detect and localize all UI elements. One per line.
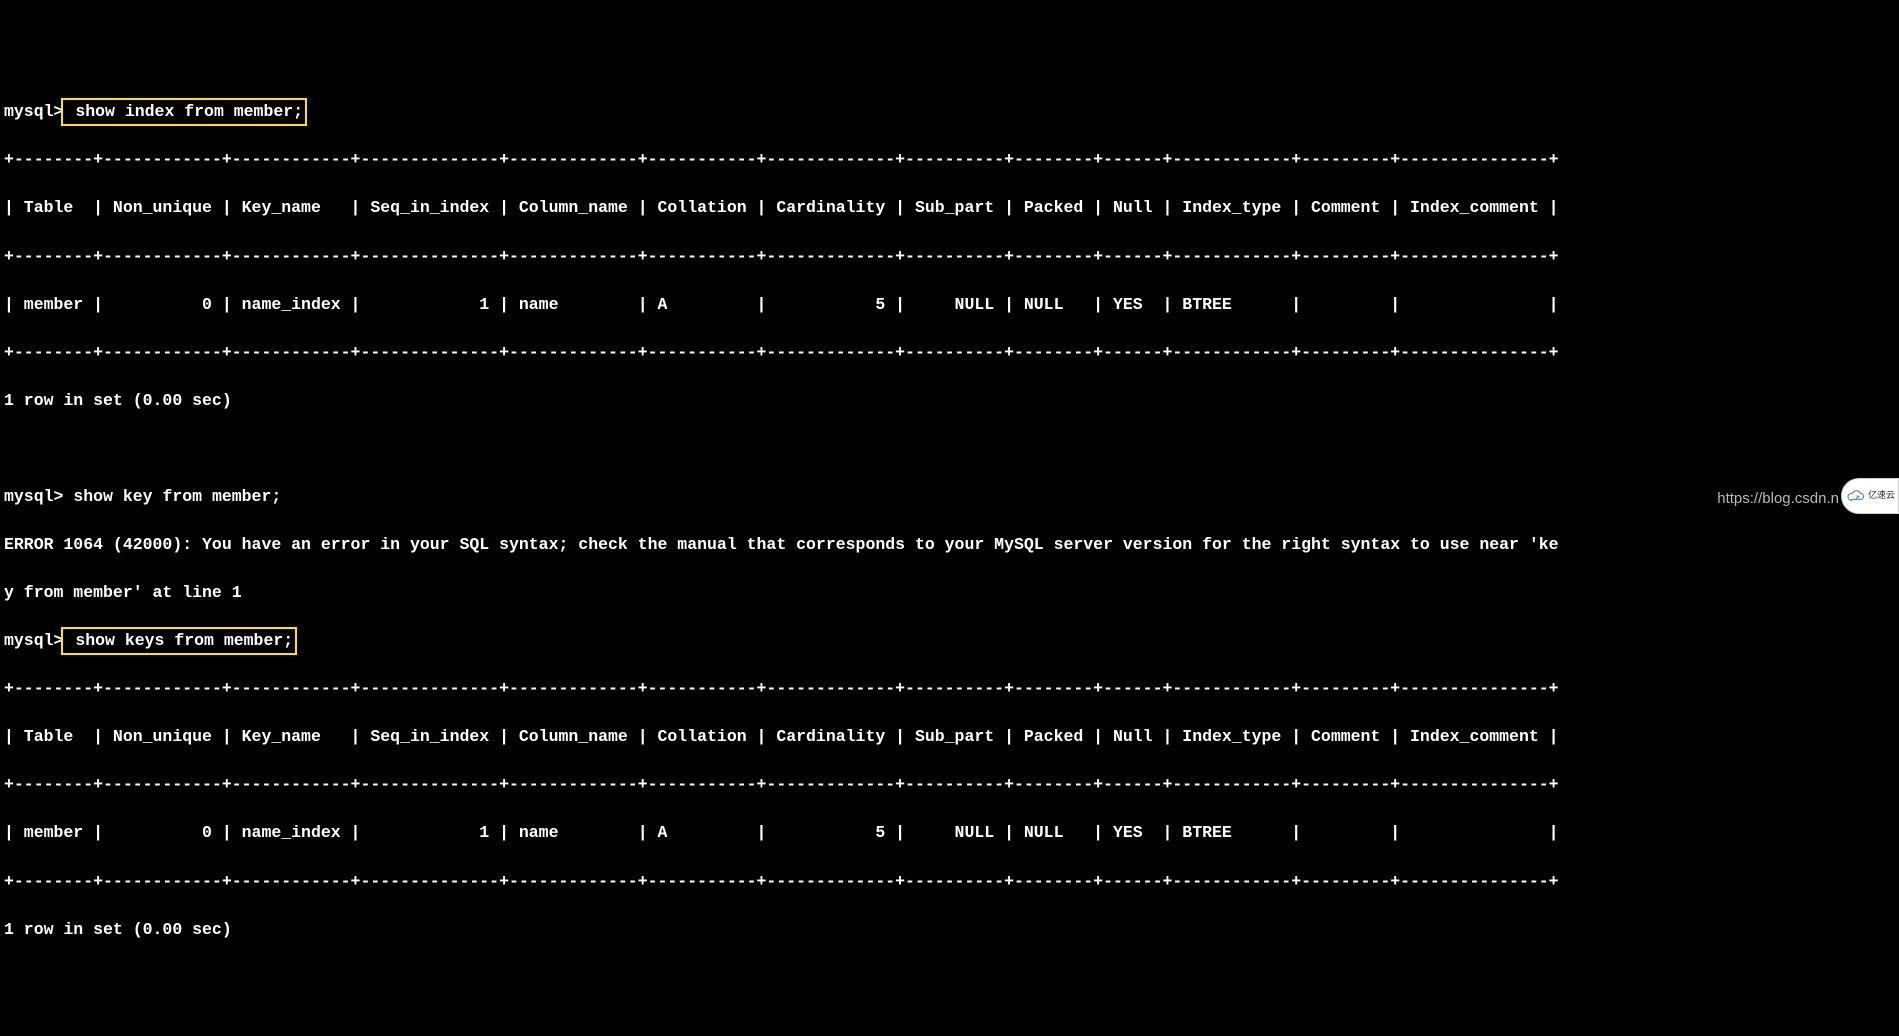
error-line-1: ERROR 1064 (42000): You have an error in… [4, 533, 1899, 557]
table-border: +--------+------------+------------+----… [4, 148, 1899, 172]
table-row: | member | 0 | name_index | 1 | name | A… [4, 293, 1899, 317]
table-row: | member | 0 | name_index | 1 | name | A… [4, 821, 1899, 845]
error-line-2: y from member' at line 1 [4, 581, 1899, 605]
cloud-icon [1845, 489, 1867, 503]
highlighted-command-1: show index from member; [61, 98, 307, 126]
prompt: mysql> [4, 485, 63, 509]
table-border: +--------+------------+------------+----… [4, 773, 1899, 797]
cmd-line-2[interactable]: mysql> show key from member; [4, 485, 1899, 509]
cmd-line-3[interactable]: mysql> show keys from member; [4, 629, 1899, 653]
table-border: +--------+------------+------------+----… [4, 341, 1899, 365]
prompt: mysql> [4, 100, 63, 124]
blank-line [4, 437, 1899, 461]
watermark-text: https://blog.csdn.n [1717, 488, 1839, 510]
badge-text: 亿速云 [1868, 489, 1895, 502]
result-summary: 1 row in set (0.00 sec) [4, 389, 1899, 413]
table-header: | Table | Non_unique | Key_name | Seq_in… [4, 725, 1899, 749]
table-border: +--------+------------+------------+----… [4, 870, 1899, 894]
source-badge: 亿速云 [1841, 478, 1899, 514]
table-border: +--------+------------+------------+----… [4, 677, 1899, 701]
cmd-line-1[interactable]: mysql> show index from member; [4, 100, 1899, 124]
highlighted-command-2: show keys from member; [61, 627, 297, 655]
command-text: show key from member; [63, 485, 281, 509]
result-summary: 1 row in set (0.00 sec) [4, 918, 1899, 942]
table-header: | Table | Non_unique | Key_name | Seq_in… [4, 196, 1899, 220]
prompt: mysql> [4, 629, 63, 653]
table-border: +--------+------------+------------+----… [4, 245, 1899, 269]
